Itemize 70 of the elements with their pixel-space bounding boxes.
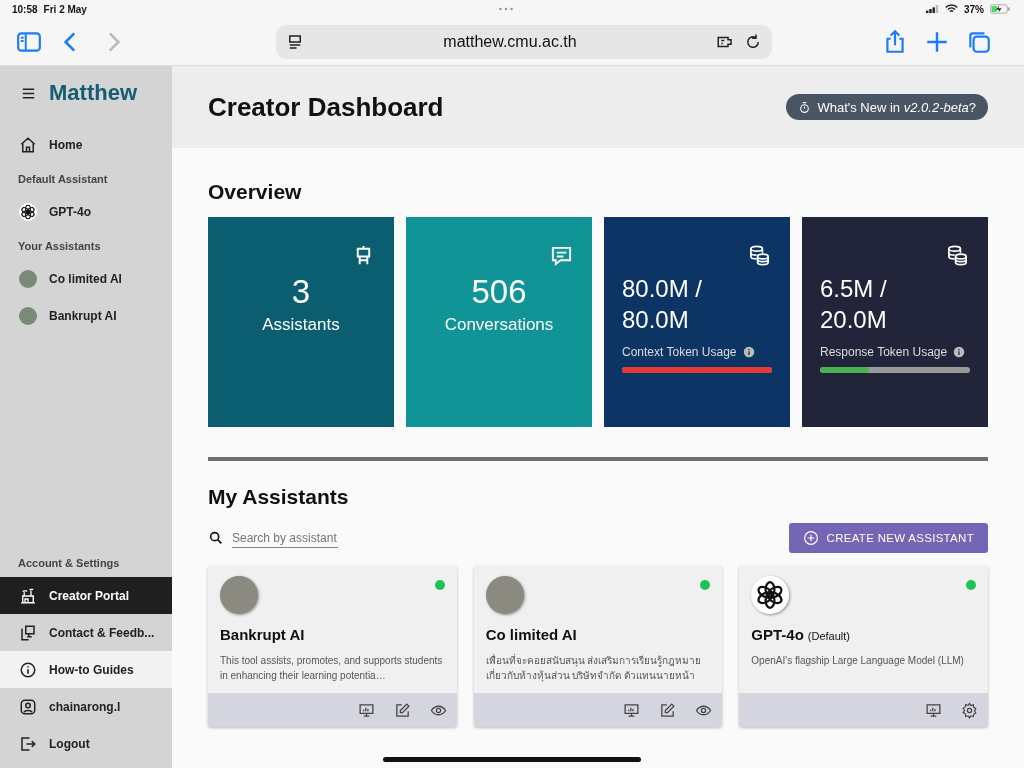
stat-value: 3 — [290, 273, 312, 311]
stat-value: 80.0M / 80.0M — [622, 274, 704, 335]
assistant-name: GPT-4o — [751, 626, 804, 643]
info-icon — [19, 660, 37, 679]
user-icon — [19, 697, 37, 716]
stat-label: Context Token Usage — [622, 345, 737, 359]
address-bar[interactable]: matthew.cmu.ac.th — [276, 24, 772, 59]
assistant-name: Bankrupt AI — [220, 626, 305, 643]
monitor-chart-icon[interactable] — [623, 701, 641, 719]
coins-icon — [748, 244, 771, 267]
page-title: Creator Dashboard — [208, 91, 444, 123]
stat-label: Response Token Usage — [820, 345, 948, 359]
status-date: Fri 2 May — [43, 3, 87, 15]
sidebar-item[interactable]: chainarong.l — [0, 688, 172, 725]
assistant-card[interactable]: Co limited AI เพื่อนที่จะคอยสนับสนุน ส่งเสริมการเรียนรู้กฎหมาย เกี่ยวกับห้างหุ้นส่วน บริษัทจำกัด ตัวแทนนายหน้า — [473, 566, 723, 727]
brand-logo[interactable]: Matthew — [49, 80, 137, 106]
wifi-icon — [945, 4, 958, 14]
assistant-card[interactable]: GPT-4o (Default) OpenAI's flagship Large Language Model (LLM) — [739, 566, 988, 727]
devices-icon — [19, 623, 37, 642]
search-field[interactable]: Search by assistant — [232, 528, 338, 548]
reload-icon[interactable] — [744, 32, 762, 51]
home-icon — [19, 135, 37, 154]
avatar-photo — [19, 306, 37, 325]
factory-icon — [19, 586, 37, 605]
timer-icon — [798, 100, 812, 114]
avatar-photo — [485, 576, 524, 614]
stat-label: Assistants — [261, 315, 341, 335]
info-icon[interactable] — [742, 346, 755, 358]
stat-value: 506 — [470, 273, 528, 311]
edit-icon[interactable] — [659, 701, 677, 719]
default-tag: (Default) — [807, 630, 851, 642]
section-heading: Default Assistant — [17, 172, 109, 187]
logout-icon — [19, 734, 37, 753]
assistant-description: เพื่อนที่จะคอยสนับสนุน ส่งเสริมการเรียนรู้กฎหมาย เกี่ยวกับห้างหุ้นส่วน บริษัทจำกัด ตัวแทนนายหน้า — [485, 653, 703, 683]
whats-new-button[interactable]: What's New in v2.0.2-beta? — [786, 94, 988, 120]
section-heading: Account & Settings — [17, 556, 121, 571]
stat-value: 6.5M / 20.0M — [820, 274, 888, 335]
avatar-photo — [220, 576, 258, 614]
plus-circle-icon — [802, 530, 819, 546]
stat-label: Conversations — [443, 315, 555, 335]
edit-icon[interactable] — [393, 701, 411, 719]
avatar-photo — [19, 269, 37, 288]
sidebar-item[interactable]: How-to Guides — [0, 651, 172, 688]
info-icon[interactable] — [953, 346, 966, 358]
assistant-description: This tool assists, promotes, and supports students in enhancing their learning potentia… — [220, 654, 444, 683]
assistant-description: OpenAI's flagship Large Language Model (LLM) — [751, 654, 965, 668]
assistant-card[interactable]: Bankrupt AI This tool assists, promotes, and supports students in enhancing their learning potentia… — [208, 566, 457, 727]
section-title: My Assistants — [208, 485, 350, 509]
section-heading: Your Assistants — [17, 239, 102, 254]
status-time: 10:58 — [12, 3, 38, 15]
monitor-chart-icon[interactable] — [925, 701, 942, 719]
sidebar-item[interactable]: GPT-4o — [0, 193, 172, 230]
coins-icon — [946, 244, 969, 267]
section-title: Overview — [208, 180, 303, 204]
signal-icon — [926, 4, 939, 14]
search-icon — [208, 530, 224, 546]
chat-icon — [550, 244, 573, 267]
monitor-chart-icon[interactable] — [357, 701, 375, 719]
battery-percent: 37% — [964, 3, 984, 15]
sidebar-item[interactable]: Co limited AI — [0, 260, 172, 297]
settings-icon[interactable] — [961, 701, 978, 719]
sidebar-item[interactable]: Logout — [0, 725, 172, 762]
sidebar-item[interactable]: Home — [0, 126, 172, 163]
more-dots-icon[interactable] — [498, 7, 515, 11]
assistant-name: Co limited AI — [485, 626, 577, 643]
sidebar-item[interactable]: Contact & Feedb... — [0, 614, 172, 651]
create-assistant-button[interactable]: CREATE NEW ASSISTANT — [788, 523, 988, 553]
sidebar-item[interactable]: Creator Portal — [0, 577, 172, 614]
sidebar-item[interactable]: Bankrupt AI — [0, 297, 172, 334]
page-menu-icon[interactable] — [286, 32, 304, 51]
